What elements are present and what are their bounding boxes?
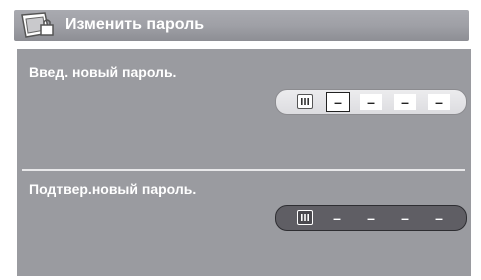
new-password-digit-2[interactable]: – <box>360 94 382 110</box>
confirm-password-label: Подтвер.новый пароль. <box>29 181 197 197</box>
new-password-digit-1[interactable]: – <box>326 92 350 112</box>
section-divider <box>22 169 465 171</box>
confirm-password-field[interactable]: – – – – <box>275 205 467 231</box>
confirm-password-digit-4[interactable]: – <box>428 210 450 226</box>
new-password-digit-3[interactable]: – <box>394 94 416 110</box>
new-password-digit-4[interactable]: – <box>428 94 450 110</box>
keyboard-lock-icon <box>19 11 57 41</box>
dialog-title-bar: Изменить пароль <box>14 10 469 41</box>
password-panel: Введ. новый пароль. – – – – Подтвер.новы… <box>17 49 471 276</box>
keyboard-icon <box>297 210 313 225</box>
confirm-password-digit-1[interactable]: – <box>326 210 348 226</box>
new-password-field[interactable]: – – – – <box>275 89 467 115</box>
new-password-label: Введ. новый пароль. <box>29 64 177 80</box>
keyboard-icon <box>297 94 313 109</box>
confirm-password-digit-3[interactable]: – <box>394 210 416 226</box>
change-password-dialog: Изменить пароль Введ. новый пароль. – – … <box>8 8 471 276</box>
confirm-password-digit-2[interactable]: – <box>360 210 382 226</box>
dialog-title: Изменить пароль <box>65 16 205 33</box>
